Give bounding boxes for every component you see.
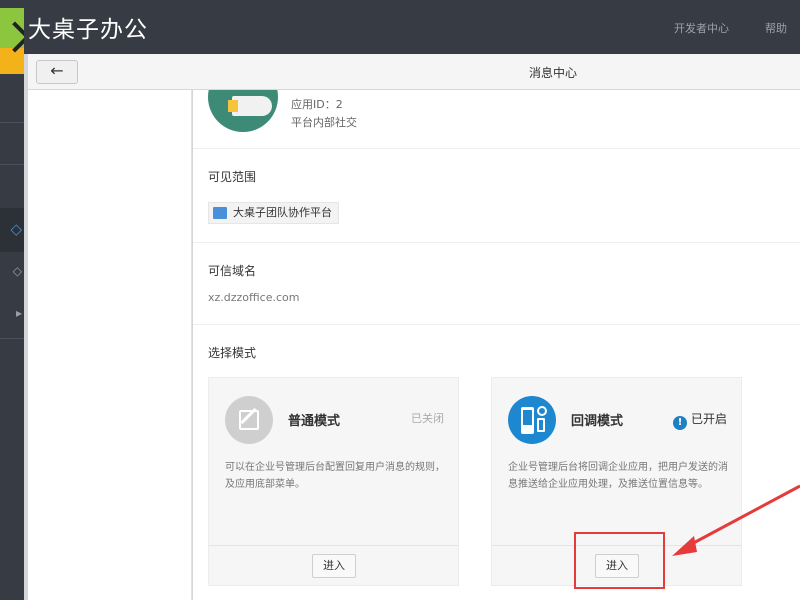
phone-settings-icon (508, 396, 556, 444)
app-logo-icon (0, 8, 24, 74)
trusted-domain-label: 可信域名 (208, 264, 257, 278)
edit-icon (225, 396, 273, 444)
app-id: 应用ID：2 (291, 98, 343, 111)
left-panel (28, 90, 192, 600)
back-arrow-icon: ← (50, 61, 64, 80)
menu-icon: ◇ (12, 264, 22, 278)
callback-mode-description: 企业号管理后台将回调企业应用，把用户发送的消息推送给企业应用处理，及推送位置信息… (508, 462, 728, 490)
help-link[interactable]: 帮助 (765, 20, 787, 36)
app-description: 平台内部社交 (291, 116, 357, 129)
window-title: 消息中心 (529, 66, 578, 80)
megaphone-icon (232, 96, 272, 116)
normal-mode-name: 普通模式 (288, 414, 341, 429)
normal-mode-enter-button[interactable]: 进入 (312, 554, 356, 578)
main-content: 应用ID：2 平台内部社交 可见范围 大桌子团队协作平台 可信域名 xz.dzz… (193, 90, 800, 600)
callback-mode-status: ! 已开启 (672, 410, 727, 430)
mode-select-label: 选择模式 (208, 346, 257, 360)
top-header: 大桌子办公 开发者中心 帮助 (24, 0, 800, 54)
left-rail: ◇ ◇ ▸ (0, 0, 24, 600)
trusted-domain-value: xz.dzzoffice.com (208, 291, 300, 304)
rail-item-3[interactable]: ▸ (0, 294, 24, 338)
rail-item-apps[interactable]: ◇ (0, 208, 24, 252)
info-icon: ! (672, 416, 687, 430)
scope-tag: 大桌子团队协作平台 (208, 202, 339, 224)
chevron-left-icon: ◇ (10, 220, 22, 238)
developer-center-link[interactable]: 开发者中心 (674, 20, 729, 36)
normal-mode-card: 普通模式 已关闭 可以在企业号管理后台配置回复用户消息的规则，及应用底部菜单。 … (208, 377, 459, 586)
visible-scope-label: 可见范围 (208, 170, 257, 184)
normal-mode-description: 可以在企业号管理后台配置回复用户消息的规则，及应用底部菜单。 (225, 462, 445, 490)
window-titlebar: ← 消息中心 (28, 54, 800, 90)
normal-mode-status: 已关闭 (411, 412, 444, 425)
back-button[interactable]: ← (36, 60, 78, 84)
callback-mode-status-text: 已开启 (690, 412, 727, 426)
folder-icon (213, 207, 227, 219)
app-avatar (208, 90, 278, 132)
callback-mode-name: 回调模式 (571, 414, 624, 429)
menu-icon: ▸ (15, 306, 22, 320)
scope-tag-label: 大桌子团队协作平台 (233, 206, 332, 219)
annotation-highlight-box (574, 532, 665, 589)
rail-item-2[interactable]: ◇ (0, 252, 24, 296)
app-title: 大桌子办公 (28, 17, 148, 43)
